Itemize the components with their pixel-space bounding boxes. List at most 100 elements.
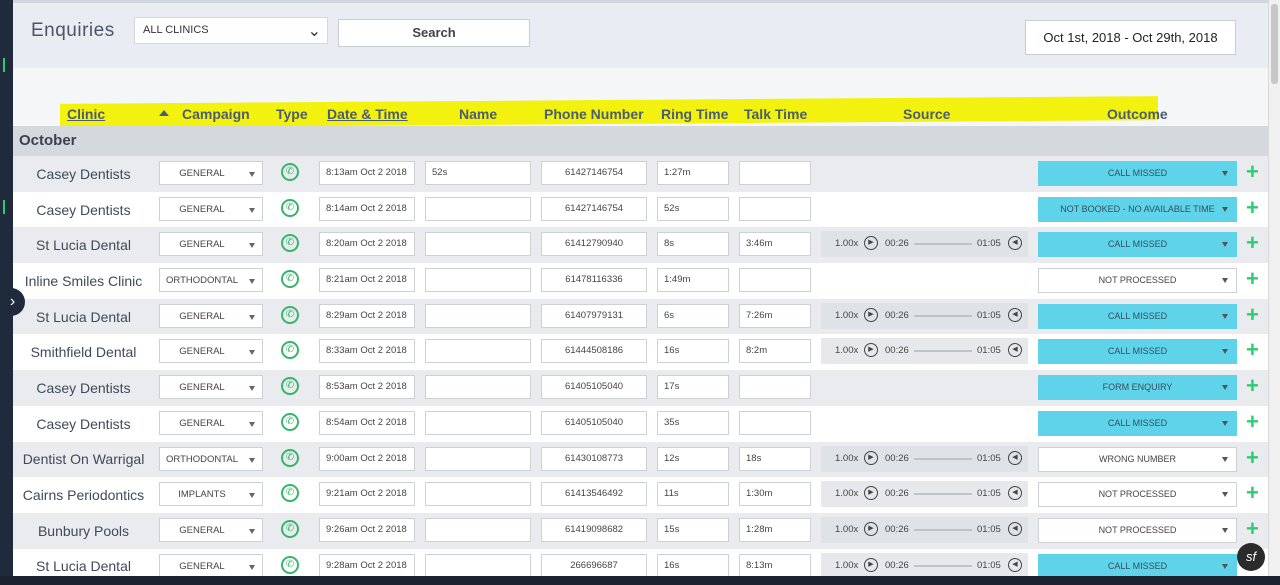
campaign-select[interactable]: IMPLANTS bbox=[159, 482, 263, 507]
outcome-select[interactable]: FORM ENQUIRY bbox=[1038, 375, 1237, 401]
campaign-select[interactable]: GENERAL bbox=[159, 517, 263, 542]
phone-field[interactable]: 61407979131 bbox=[541, 303, 647, 328]
outcome-select[interactable]: NOT PROCESSED bbox=[1038, 482, 1237, 508]
column-header-clinic[interactable]: Clinic bbox=[67, 106, 105, 122]
outcome-select[interactable]: NOT PROCESSED bbox=[1038, 268, 1237, 294]
play-icon[interactable]: ▶ bbox=[864, 557, 878, 572]
play-icon[interactable]: ▶ bbox=[864, 450, 878, 465]
playback-speed[interactable]: 1.00x bbox=[835, 345, 858, 356]
sidebar-marker[interactable] bbox=[3, 58, 9, 72]
ring-time-field[interactable]: 35s bbox=[657, 410, 729, 435]
outcome-select[interactable]: CALL MISSED bbox=[1038, 232, 1237, 258]
phone-field[interactable]: 61427146754 bbox=[541, 161, 647, 185]
play-icon[interactable]: ▶ bbox=[864, 307, 878, 322]
talk-time-field[interactable]: 1:28m bbox=[739, 517, 811, 542]
playback-speed[interactable]: 1.00x bbox=[835, 310, 858, 321]
datetime-field[interactable]: 8:14am Oct 2 2018 bbox=[319, 196, 415, 221]
playback-speed[interactable]: 1.00x bbox=[835, 524, 858, 535]
progress-track[interactable] bbox=[914, 528, 972, 531]
datetime-field[interactable]: 8:21am Oct 2 2018 bbox=[319, 268, 415, 293]
name-field[interactable] bbox=[425, 553, 531, 578]
playback-speed[interactable]: 1.00x bbox=[835, 560, 858, 571]
outcome-select[interactable]: WRONG NUMBER bbox=[1038, 446, 1237, 472]
column-header-outcome[interactable]: Outcome bbox=[1107, 106, 1168, 122]
talk-time-field[interactable] bbox=[739, 375, 811, 400]
campaign-select[interactable]: GENERAL bbox=[159, 410, 263, 435]
plus-icon[interactable]: + bbox=[1246, 374, 1259, 398]
volume-icon[interactable]: ◀ bbox=[1008, 486, 1022, 501]
column-header-name[interactable]: Name bbox=[459, 106, 497, 122]
volume-icon[interactable]: ◀ bbox=[1008, 343, 1022, 358]
ring-time-field[interactable]: 1:49m bbox=[657, 268, 729, 293]
talk-time-field[interactable] bbox=[739, 410, 811, 435]
column-header-datetime[interactable]: Date & Time bbox=[327, 106, 408, 122]
play-icon[interactable]: ▶ bbox=[864, 236, 878, 251]
plus-icon[interactable]: + bbox=[1246, 481, 1259, 505]
sidebar-marker[interactable] bbox=[3, 200, 9, 214]
sort-ascending-icon[interactable] bbox=[159, 110, 169, 116]
ring-time-field[interactable]: 15s bbox=[657, 517, 729, 542]
column-header-source[interactable]: Source bbox=[903, 106, 950, 122]
talk-time-field[interactable] bbox=[739, 161, 811, 185]
audio-player[interactable]: 1.00x ▶ 00:26 01:05 ◀ bbox=[821, 231, 1028, 258]
phone-field[interactable]: 61405105040 bbox=[541, 410, 647, 435]
plus-icon[interactable]: + bbox=[1246, 195, 1259, 220]
volume-icon[interactable]: ◀ bbox=[1008, 521, 1022, 536]
talk-time-field[interactable] bbox=[739, 268, 811, 293]
outcome-select[interactable]: CALL MISSED bbox=[1038, 410, 1237, 436]
ring-time-field[interactable]: 52s bbox=[657, 196, 729, 221]
clinic-filter-select[interactable]: ALL CLINICS ⌄ bbox=[134, 17, 328, 44]
plus-icon[interactable]: + bbox=[1246, 302, 1259, 327]
datetime-field[interactable]: 9:28am Oct 2 2018 bbox=[319, 553, 415, 578]
ring-time-field[interactable]: 1:27m bbox=[657, 161, 729, 185]
phone-field[interactable]: 61444508186 bbox=[541, 339, 647, 364]
outcome-select[interactable]: CALL MISSED bbox=[1038, 303, 1237, 329]
name-field[interactable] bbox=[425, 268, 531, 293]
playback-speed[interactable]: 1.00x bbox=[835, 453, 858, 464]
name-field[interactable] bbox=[425, 232, 531, 257]
audio-player[interactable]: 1.00x ▶ 00:26 01:05 ◀ bbox=[821, 302, 1028, 329]
audio-player[interactable]: 1.00x ▶ 00:26 01:05 ◀ bbox=[821, 552, 1028, 579]
campaign-select[interactable]: GENERAL bbox=[159, 375, 263, 400]
plus-icon[interactable]: + bbox=[1246, 160, 1259, 184]
campaign-select[interactable]: GENERAL bbox=[159, 232, 263, 257]
datetime-field[interactable]: 8:53am Oct 2 2018 bbox=[319, 375, 415, 400]
phone-field[interactable]: 61430108773 bbox=[541, 446, 647, 471]
phone-field[interactable]: 61413546492 bbox=[541, 482, 647, 507]
campaign-select[interactable]: ORTHODONTAL bbox=[159, 268, 263, 293]
scrollbar[interactable] bbox=[1268, 0, 1280, 585]
plus-icon[interactable]: + bbox=[1246, 338, 1259, 362]
phone-field[interactable]: 61412790940 bbox=[541, 232, 647, 257]
ring-time-field[interactable]: 16s bbox=[657, 339, 729, 364]
phone-field[interactable]: 266696687 bbox=[541, 553, 647, 578]
campaign-select[interactable]: GENERAL bbox=[159, 161, 263, 185]
name-field[interactable] bbox=[425, 303, 531, 328]
progress-track[interactable] bbox=[914, 314, 972, 317]
progress-track[interactable] bbox=[914, 493, 972, 496]
outcome-select[interactable]: NOT PROCESSED bbox=[1038, 517, 1237, 543]
campaign-select[interactable]: GENERAL bbox=[159, 553, 263, 578]
ring-time-field[interactable]: 6s bbox=[657, 303, 729, 328]
column-header-ring-time[interactable]: Ring Time bbox=[661, 106, 728, 122]
column-header-phone[interactable]: Phone Number bbox=[544, 106, 644, 122]
datetime-field[interactable]: 8:54am Oct 2 2018 bbox=[319, 410, 415, 435]
audio-player[interactable]: 1.00x ▶ 00:26 01:05 ◀ bbox=[821, 481, 1028, 508]
datetime-field[interactable]: 8:13am Oct 2 2018 bbox=[319, 161, 415, 185]
plus-icon[interactable]: + bbox=[1246, 445, 1259, 470]
talk-time-field[interactable]: 18s bbox=[739, 446, 811, 471]
progress-track[interactable] bbox=[914, 243, 972, 246]
ring-time-field[interactable]: 8s bbox=[657, 232, 729, 257]
volume-icon[interactable]: ◀ bbox=[1008, 557, 1022, 572]
name-field[interactable] bbox=[425, 196, 531, 221]
datetime-field[interactable]: 8:29am Oct 2 2018 bbox=[319, 303, 415, 328]
column-header-talk-time[interactable]: Talk Time bbox=[744, 106, 807, 122]
playback-speed[interactable]: 1.00x bbox=[835, 488, 858, 499]
campaign-select[interactable]: GENERAL bbox=[159, 339, 263, 364]
column-header-campaign[interactable]: Campaign bbox=[182, 106, 250, 122]
campaign-select[interactable]: ORTHODONTAL bbox=[159, 446, 263, 471]
outcome-select[interactable]: CALL MISSED bbox=[1038, 553, 1237, 579]
talk-time-field[interactable]: 8:13m bbox=[739, 553, 811, 578]
ring-time-field[interactable]: 11s bbox=[657, 482, 729, 507]
name-field[interactable] bbox=[425, 482, 531, 507]
ring-time-field[interactable]: 12s bbox=[657, 446, 729, 471]
